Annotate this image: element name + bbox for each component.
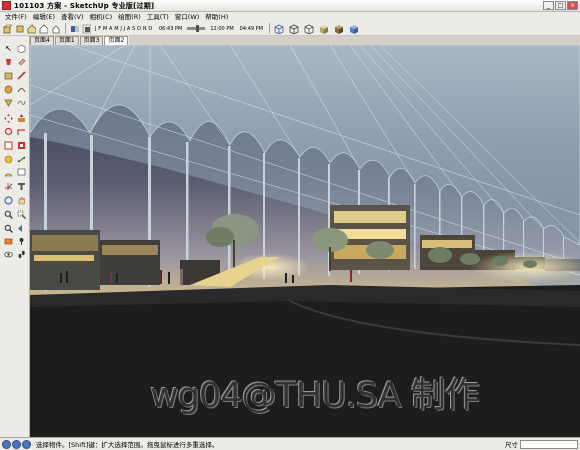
arc-icon[interactable] [16, 84, 27, 95]
month-label: N [142, 25, 148, 32]
previous-view-icon[interactable] [16, 223, 27, 234]
menu-view[interactable]: 查看(V) [58, 12, 87, 22]
front-view-icon[interactable] [26, 23, 37, 34]
model-viewport[interactable]: wg04@THU.SA 制作 [30, 45, 580, 437]
scale-icon[interactable] [3, 140, 14, 151]
month-label: A [126, 25, 131, 32]
textured-style-icon[interactable] [333, 23, 344, 34]
help-icon[interactable] [22, 439, 31, 449]
month-label: J [123, 25, 126, 32]
make-component-icon[interactable] [16, 43, 27, 54]
move-icon[interactable] [3, 113, 14, 124]
dimension-icon[interactable] [16, 154, 27, 165]
top-view-icon[interactable] [14, 23, 25, 34]
xray-style-icon[interactable] [273, 23, 284, 35]
select-arrow-icon[interactable]: ↖ [3, 43, 14, 54]
pan-hand-icon[interactable] [16, 195, 27, 206]
watermark-text: wg04@THU.SA 制作 [150, 376, 480, 416]
polygon-icon[interactable] [3, 97, 14, 108]
tab-scene-3[interactable]: 页面3 [79, 36, 104, 45]
maximize-button[interactable]: □ [555, 1, 566, 10]
rectangle-icon[interactable] [3, 70, 14, 81]
credits-icon[interactable] [12, 439, 21, 449]
month-label: M [102, 25, 108, 32]
month-label: D [148, 25, 153, 32]
tape-measure-icon[interactable] [3, 154, 14, 165]
freehand-icon[interactable] [16, 97, 27, 108]
offset-icon[interactable] [16, 140, 27, 151]
section-plane-icon[interactable] [3, 236, 14, 247]
tool-palette: ↖ [0, 36, 30, 437]
menu-bar: 文件(F) 编辑(E) 查看(V) 相机(C) 绘图(R) 工具(T) 窗口(W… [0, 12, 580, 22]
circle-icon[interactable] [3, 84, 14, 95]
right-view-icon[interactable] [38, 23, 49, 34]
month-slider[interactable]: J F M A M J J A S O N D [95, 26, 154, 32]
toolbar-separator [268, 23, 270, 34]
walk-icon[interactable] [16, 249, 27, 260]
main-toolbar: J F M A M J J A S O N D 06:43 PM 12:00 P… [0, 22, 580, 36]
month-label: M [114, 25, 120, 32]
protractor-icon[interactable] [3, 167, 14, 178]
menu-window[interactable]: 窗口(W) [172, 12, 203, 22]
follow-me-icon[interactable] [16, 126, 27, 137]
zoom-window-icon[interactable] [16, 209, 27, 220]
shaded-style-icon[interactable] [318, 23, 329, 34]
push-pull-icon[interactable] [16, 113, 27, 124]
toolbar-separator [65, 23, 66, 34]
tab-scene-1[interactable]: 页面1 [54, 36, 79, 45]
month-label: J [95, 25, 98, 32]
eraser-icon[interactable] [16, 56, 27, 67]
look-around-icon[interactable] [3, 249, 14, 260]
sketchup-app-icon [2, 1, 11, 10]
text-icon[interactable] [16, 167, 27, 178]
shadow-settings-icon[interactable] [69, 23, 80, 34]
time-end: 04:49 PM [239, 25, 263, 32]
time-start: 06:43 PM [159, 25, 183, 32]
close-button[interactable]: × [567, 1, 578, 10]
window-controls: _ □ × [543, 1, 578, 10]
orbit-icon[interactable] [3, 195, 14, 206]
menu-draw[interactable]: 绘图(R) [115, 12, 144, 22]
monochrome-style-icon[interactable] [348, 23, 359, 34]
menu-camera[interactable]: 相机(C) [87, 12, 116, 22]
paint-bucket-icon[interactable] [3, 56, 14, 67]
geo-location-icon[interactable] [2, 439, 11, 449]
status-icons [0, 439, 31, 449]
menu-tools[interactable]: 工具(T) [144, 12, 172, 22]
line-pencil-icon[interactable] [16, 70, 27, 81]
wireframe-style-icon[interactable] [288, 23, 299, 35]
measurements-input[interactable] [520, 440, 578, 449]
zoom-extents-icon[interactable] [3, 223, 14, 234]
status-message: 选择物件。[Shift]键：扩大选择范围。拖曳鼠标进行多重选择。 [36, 441, 219, 449]
measurements-label: 尺寸 [505, 441, 518, 449]
month-label: A [109, 25, 114, 32]
position-camera-icon[interactable] [16, 236, 27, 247]
month-label: J [120, 25, 123, 32]
3d-text-icon[interactable] [16, 181, 27, 192]
month-label: S [132, 25, 136, 32]
time-slider[interactable] [187, 25, 206, 32]
tab-scene-2[interactable]: 页面2 [104, 36, 129, 45]
tab-scene-4[interactable]: 页面4 [30, 36, 54, 45]
zoom-icon[interactable] [3, 209, 14, 220]
hidden-line-style-icon[interactable] [303, 23, 314, 35]
window-title: 101103 方案 - SketchUp 专业版[过期] [14, 1, 155, 10]
menu-edit[interactable]: 编辑(E) [30, 12, 58, 22]
scene-tabs: 页面4 页面1 页面3 页面2 [30, 36, 130, 45]
iso-view-icon[interactable] [2, 23, 13, 34]
rotate-icon[interactable] [3, 126, 14, 137]
back-view-icon[interactable] [50, 23, 61, 34]
menu-help[interactable]: 帮助(H) [202, 12, 231, 22]
status-bar: 选择物件。[Shift]键：扩大选择范围。拖曳鼠标进行多重选择。 尺寸 [0, 437, 580, 450]
time-noon: 12:00 PM [210, 25, 234, 32]
axes-icon[interactable] [3, 181, 14, 192]
title-bar: 101103 方案 - SketchUp 专业版[过期] _ □ × [0, 0, 580, 12]
month-label: F [98, 25, 102, 32]
shadow-toggle-icon[interactable] [81, 23, 92, 34]
month-label: O [137, 25, 142, 32]
menu-file[interactable]: 文件(F) [2, 12, 30, 22]
minimize-button[interactable]: _ [543, 1, 554, 10]
